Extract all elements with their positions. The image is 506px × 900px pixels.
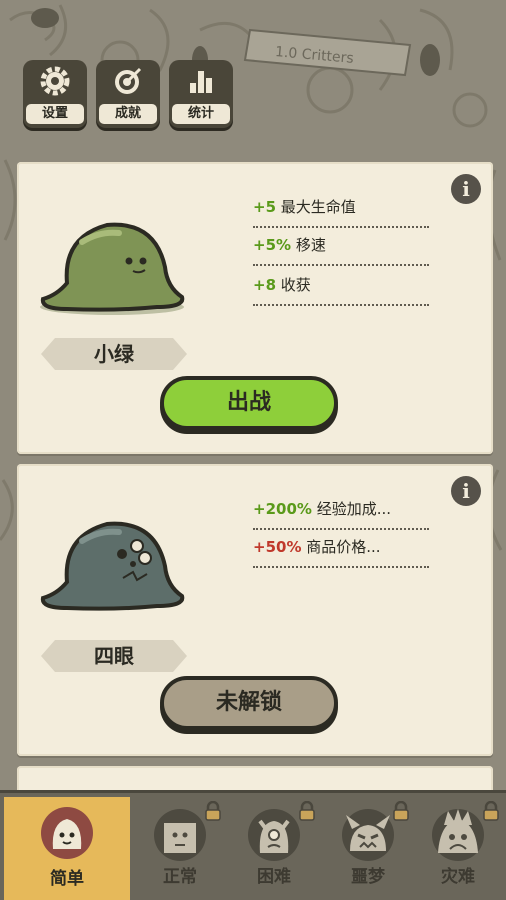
gear-icon (40, 66, 70, 96)
difficulty-tab-bar: 简单 正常 困难 噩梦 灾难 (0, 790, 506, 900)
bar-stats-icon (190, 71, 212, 93)
achievements-button[interactable]: 成就 (96, 60, 160, 128)
target-icon (115, 67, 142, 94)
tab-label: 噩梦 (351, 867, 385, 887)
stat-value: +5 (253, 198, 277, 216)
statistics-label: 统计 (172, 104, 230, 124)
locked-button[interactable]: 未解锁 (160, 676, 338, 730)
tab-normal[interactable]: 正常 (132, 799, 228, 899)
stat-value: +50% (253, 538, 302, 556)
tab-nightmare[interactable]: 噩梦 (320, 799, 416, 899)
stat-value: +200% (253, 500, 312, 518)
stat-text: 经验加成... (316, 500, 392, 518)
creature-name-tag: 四眼 (41, 640, 187, 672)
creature-name: 四眼 (94, 644, 134, 668)
nightmare-face-icon (342, 809, 394, 861)
normal-face-icon (154, 809, 206, 861)
stat-row: +50% 商品价格... (253, 530, 429, 568)
stat-row: +200% 经验加成... (253, 492, 429, 530)
tab-easy[interactable]: 简单 (4, 797, 130, 900)
creature-card-xiaolv: i +5 最大生命值 +5% 移速 +8 收获 小绿 出战 (17, 162, 493, 454)
stat-text: 移速 (295, 236, 326, 254)
creature-name: 小绿 (94, 342, 134, 366)
settings-label: 设置 (26, 104, 84, 124)
stat-row: +5% 移速 (253, 228, 429, 266)
stat-row: +8 收获 (253, 268, 429, 306)
disaster-face-icon (432, 809, 484, 861)
tab-label: 灾难 (441, 867, 475, 887)
deploy-button[interactable]: 出战 (160, 376, 338, 430)
easy-face-icon (41, 807, 93, 859)
stat-text: 商品价格... (306, 538, 381, 556)
tab-hard[interactable]: 困难 (226, 799, 322, 899)
hard-face-icon (248, 809, 300, 861)
settings-button[interactable]: 设置 (23, 60, 87, 128)
stat-text: 收获 (280, 276, 311, 294)
tab-disaster[interactable]: 灾难 (410, 799, 506, 899)
tab-label: 简单 (50, 869, 84, 889)
info-icon[interactable]: i (451, 476, 481, 506)
achievements-label: 成就 (99, 104, 157, 124)
stat-value: +8 (253, 276, 277, 294)
creature-name-tag: 小绿 (41, 338, 187, 370)
statistics-button[interactable]: 统计 (169, 60, 233, 128)
creature-card-siyan: i +200% 经验加成... +50% 商品价格... 四眼 未解锁 (17, 464, 493, 756)
stat-row: +5 最大生命值 (253, 190, 429, 228)
slime-siyan-icon (40, 521, 185, 611)
stat-value: +5% (253, 236, 292, 254)
stat-text: 最大生命值 (280, 198, 356, 216)
tab-label: 正常 (163, 867, 197, 887)
info-icon[interactable]: i (451, 174, 481, 204)
slime-xiaolv-icon (40, 222, 185, 315)
tab-label: 困难 (257, 867, 291, 887)
